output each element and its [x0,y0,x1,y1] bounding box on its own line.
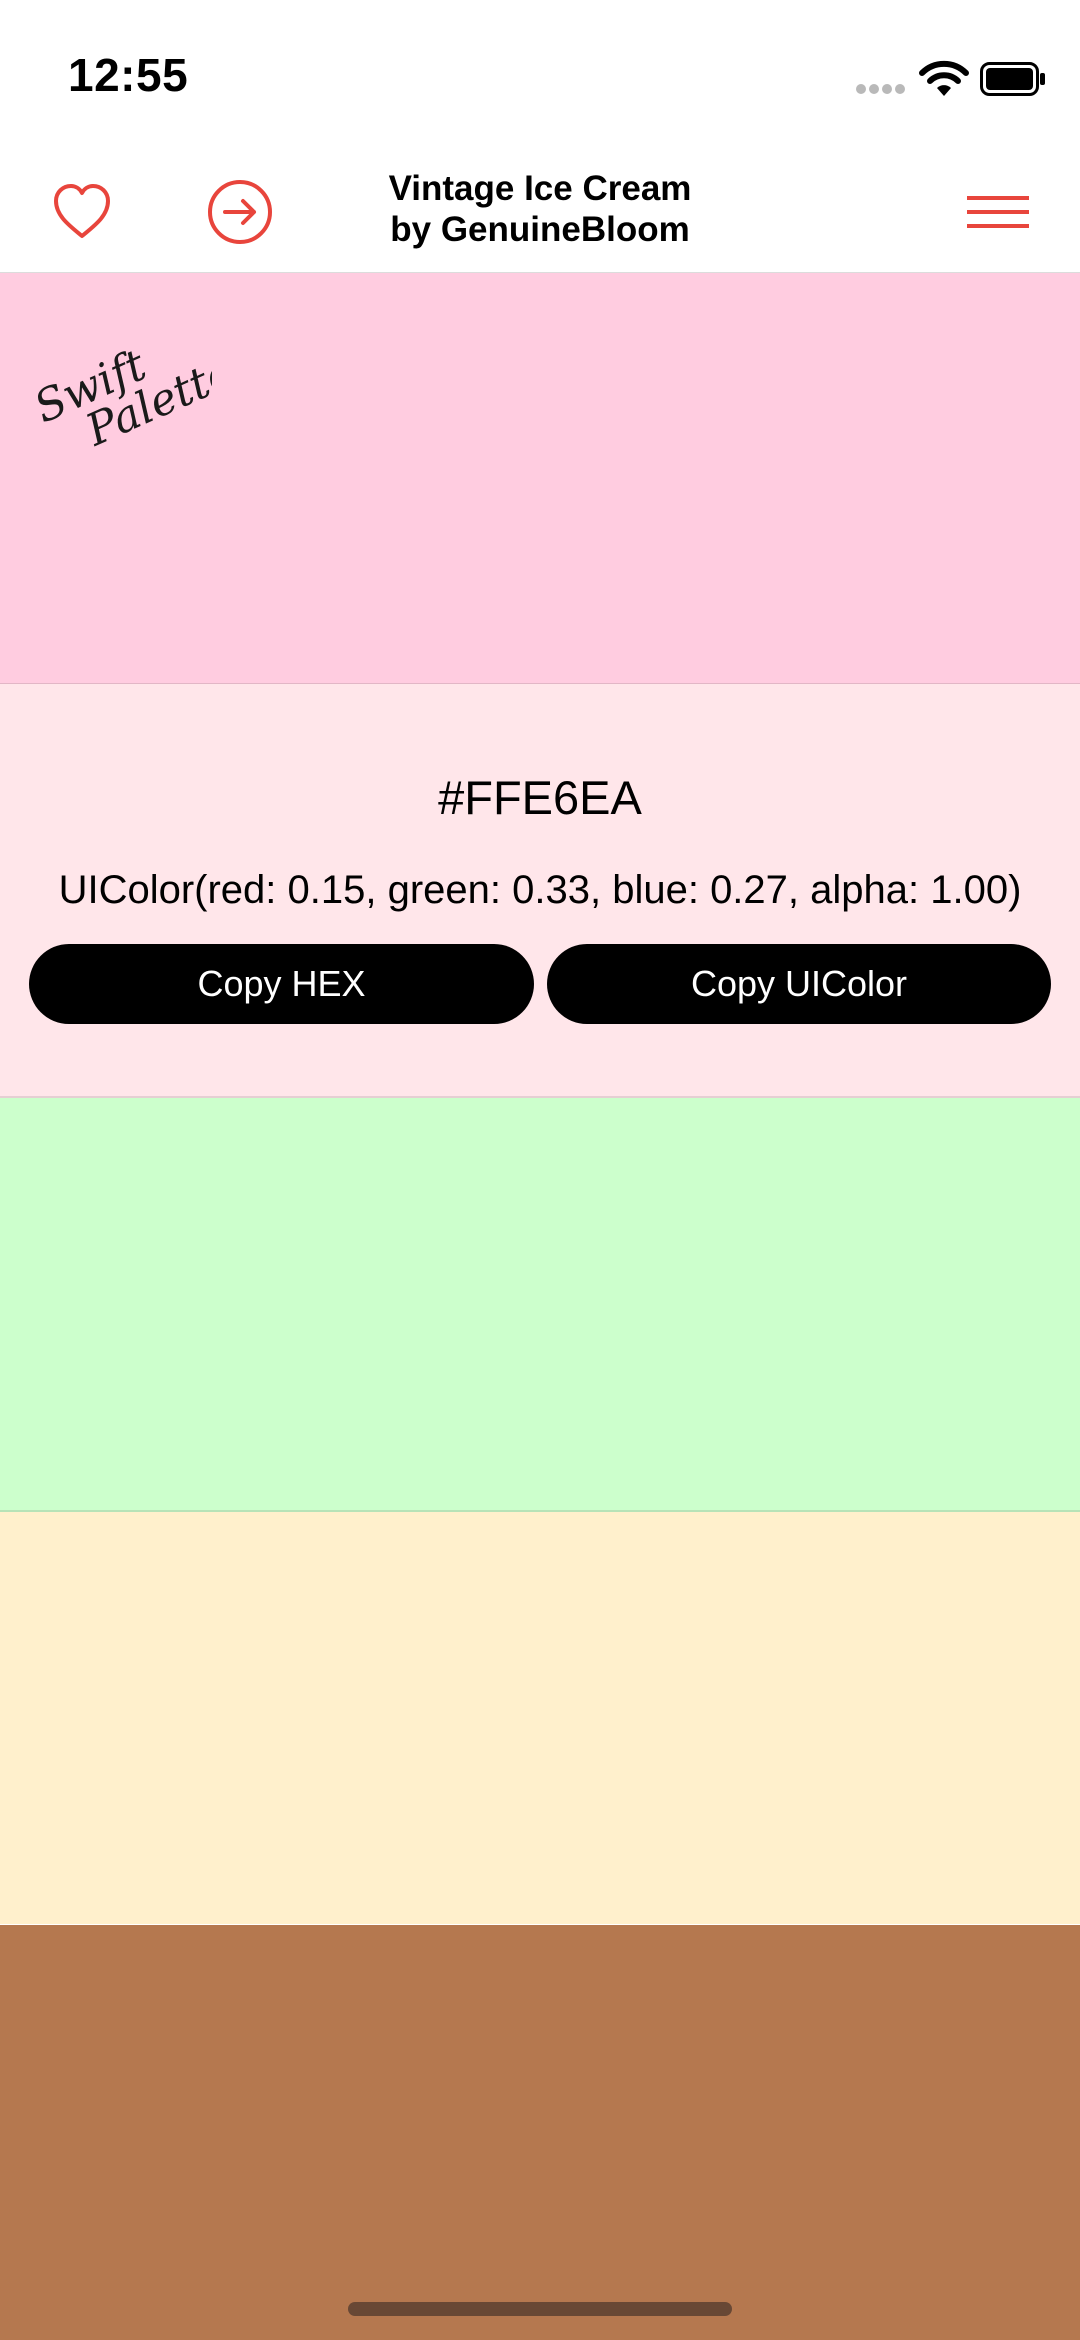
cellular-signal-icon [856,84,906,96]
swift-palette-logo: Swift Palette [27,340,212,450]
color-swatch-3[interactable] [0,1098,1080,1510]
heart-icon [54,184,110,238]
status-time: 12:55 [68,49,189,101]
home-indicator[interactable] [348,2302,732,2316]
share-button[interactable] [204,176,276,248]
wifi-icon [919,60,969,96]
palette-author: by GenuineBloom [390,210,690,249]
page-title: Vintage Ice Cream by GenuineBloom [300,168,780,250]
menu-button[interactable] [958,178,1038,246]
color-swatch-4[interactable] [0,1512,1080,1924]
color-swatch-5[interactable] [0,1925,1080,2340]
navigation-bar: Vintage Ice Cream by GenuineBloom [0,150,1080,274]
hex-value: #FFE6EA [438,771,642,824]
hamburger-menu-icon [967,196,1029,228]
copy-uicolor-button[interactable]: Copy UIColor [547,944,1051,1024]
status-bar: 12:55 [0,0,1080,150]
arrow-right-circle-icon [208,180,272,244]
uicolor-value: UIColor(red: 0.15, green: 0.33, blue: 0.… [58,868,1022,912]
palette-name: Vintage Ice Cream [388,169,692,208]
copy-hex-button[interactable]: Copy HEX [29,944,534,1024]
battery-icon [980,62,1045,96]
favorite-button[interactable] [46,176,118,248]
